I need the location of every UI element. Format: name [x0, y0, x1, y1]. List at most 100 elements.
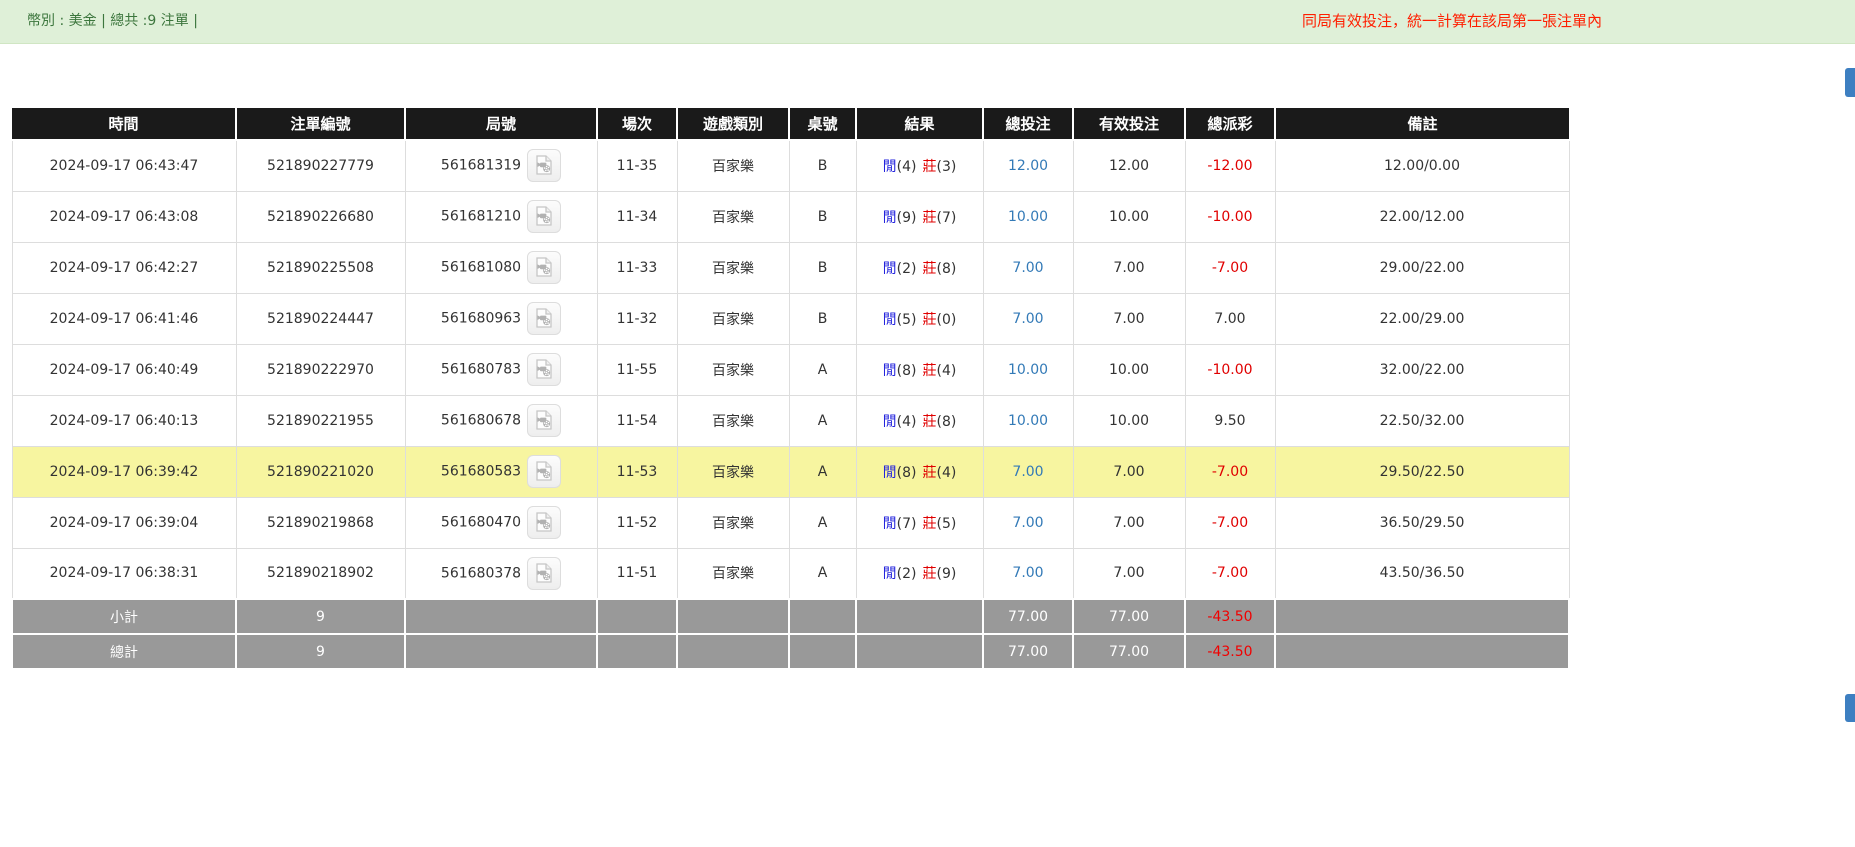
round-id: 561681210 [441, 209, 521, 225]
banker-result-label: 莊 [923, 465, 937, 481]
total-bet-link[interactable]: 7.00 [1012, 260, 1043, 276]
total-bet-link[interactable]: 12.00 [1008, 158, 1048, 174]
cell-valid-bet: 10.00 [1073, 395, 1185, 446]
cell-time: 2024-09-17 06:41:46 [12, 293, 236, 344]
video-replay-button[interactable] [527, 506, 561, 539]
cell-valid-bet: 7.00 [1073, 293, 1185, 344]
video-replay-button[interactable] [527, 302, 561, 335]
round-id: 561680583 [441, 464, 521, 480]
player-result-value: (4) [897, 159, 917, 175]
video-file-icon [533, 460, 555, 482]
video-replay-button[interactable] [527, 404, 561, 437]
header-session: 場次 [597, 108, 677, 140]
video-file-icon [533, 511, 555, 533]
banker-result-value: (0) [937, 312, 957, 328]
cell-payout: -7.00 [1185, 446, 1275, 497]
banker-result-value: (8) [937, 414, 957, 430]
cell-remark: 12.00/0.00 [1275, 140, 1569, 191]
cell-game-type: 百家樂 [677, 293, 789, 344]
round-id: 561680470 [441, 515, 521, 531]
subtotal-valid-bet: 77.00 [1073, 599, 1185, 634]
total-bet-link[interactable]: 7.00 [1012, 311, 1043, 327]
player-result-label: 閒 [883, 363, 897, 379]
video-replay-button[interactable] [527, 353, 561, 386]
cell-bet-id: 521890226680 [236, 191, 405, 242]
cell-table-no: B [789, 293, 856, 344]
cell-game-type: 百家樂 [677, 548, 789, 599]
header-payout: 總派彩 [1185, 108, 1275, 140]
cell-payout: 9.50 [1185, 395, 1275, 446]
table-row: 2024-09-17 06:40:13 521890221955 5616806… [12, 395, 1569, 446]
summary-bar: 幣別 : 美金 | 總共 :9 注單 | 同局有效投注，統一計算在該局第一張注單… [0, 0, 1855, 44]
cell-time: 2024-09-17 06:40:13 [12, 395, 236, 446]
cell-payout: -10.00 [1185, 344, 1275, 395]
cell-table-no: B [789, 140, 856, 191]
cell-bet-id: 521890224447 [236, 293, 405, 344]
round-id: 561680378 [441, 565, 521, 581]
banker-result-label: 莊 [923, 414, 937, 430]
cell-valid-bet: 7.00 [1073, 497, 1185, 548]
total-bet-link[interactable]: 7.00 [1012, 464, 1043, 480]
cell-total-bet: 10.00 [983, 395, 1073, 446]
cell-session: 11-35 [597, 140, 677, 191]
edge-button-top[interactable] [1845, 68, 1855, 97]
total-bet-link[interactable]: 7.00 [1012, 565, 1043, 581]
subtotal-count: 9 [236, 599, 405, 634]
edge-button-bottom[interactable] [1845, 694, 1855, 722]
cell-payout: -12.00 [1185, 140, 1275, 191]
total-payout: -43.50 [1185, 634, 1275, 669]
total-bet-link[interactable]: 10.00 [1008, 362, 1048, 378]
banker-result-label: 莊 [923, 363, 937, 379]
player-result-label: 閒 [883, 159, 897, 175]
video-replay-button[interactable] [527, 557, 561, 590]
total-bet-link[interactable]: 10.00 [1008, 209, 1048, 225]
cell-round: 561680583 [405, 446, 597, 497]
cell-table-no: A [789, 497, 856, 548]
player-result-label: 閒 [883, 516, 897, 532]
subtotal-row: 小計 9 77.00 77.00 -43.50 [12, 599, 1569, 634]
cell-remark: 43.50/36.50 [1275, 548, 1569, 599]
table-row: 2024-09-17 06:38:31 521890218902 5616803… [12, 548, 1569, 599]
notice-text: 同局有效投注，統一計算在該局第一張注單內 [1302, 0, 1602, 43]
cell-remark: 22.00/12.00 [1275, 191, 1569, 242]
player-result-value: (8) [897, 363, 917, 379]
cell-bet-id: 521890222970 [236, 344, 405, 395]
cell-game-type: 百家樂 [677, 242, 789, 293]
round-id: 561680963 [441, 311, 521, 327]
player-result-label: 閒 [883, 465, 897, 481]
total-bet-link[interactable]: 10.00 [1008, 413, 1048, 429]
header-time: 時間 [12, 108, 236, 140]
cell-result: 閒(9)莊(7) [856, 191, 983, 242]
round-id: 561681319 [441, 158, 521, 174]
cell-time: 2024-09-17 06:42:27 [12, 242, 236, 293]
player-result-value: (4) [897, 414, 917, 430]
player-result-label: 閒 [883, 312, 897, 328]
subtotal-total-bet: 77.00 [983, 599, 1073, 634]
video-file-icon [533, 154, 555, 176]
banker-result-label: 莊 [923, 159, 937, 175]
cell-payout: -7.00 [1185, 242, 1275, 293]
cell-bet-id: 521890227779 [236, 140, 405, 191]
cell-time: 2024-09-17 06:38:31 [12, 548, 236, 599]
video-replay-button[interactable] [527, 455, 561, 488]
banker-result-value: (4) [937, 363, 957, 379]
cell-result: 閒(5)莊(0) [856, 293, 983, 344]
cell-round: 561681210 [405, 191, 597, 242]
video-replay-button[interactable] [527, 200, 561, 233]
video-replay-button[interactable] [527, 251, 561, 284]
cell-payout: -7.00 [1185, 548, 1275, 599]
table-row: 2024-09-17 06:42:27 521890225508 5616810… [12, 242, 1569, 293]
cell-total-bet: 10.00 [983, 191, 1073, 242]
video-file-icon [533, 307, 555, 329]
header-table-no: 桌號 [789, 108, 856, 140]
cell-remark: 32.00/22.00 [1275, 344, 1569, 395]
player-result-value: (2) [897, 261, 917, 277]
total-bet-link[interactable]: 7.00 [1012, 515, 1043, 531]
cell-payout: -10.00 [1185, 191, 1275, 242]
cell-remark: 22.50/32.00 [1275, 395, 1569, 446]
cell-remark: 29.50/22.50 [1275, 446, 1569, 497]
cell-valid-bet: 10.00 [1073, 191, 1185, 242]
video-replay-button[interactable] [527, 149, 561, 182]
cell-table-no: A [789, 344, 856, 395]
cell-time: 2024-09-17 06:43:08 [12, 191, 236, 242]
